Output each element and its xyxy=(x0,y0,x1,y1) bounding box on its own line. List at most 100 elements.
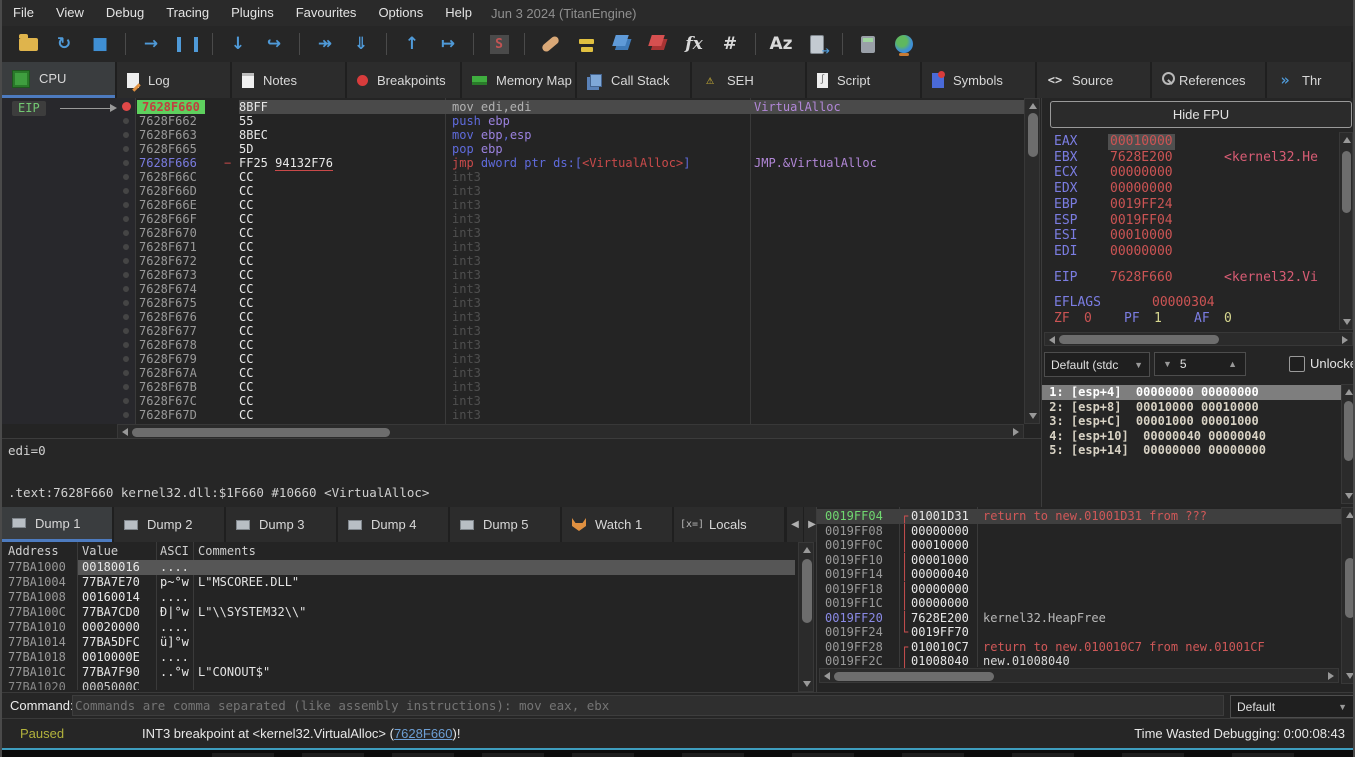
row-dot-icon[interactable] xyxy=(123,356,129,362)
disasm-row[interactable]: 7628F67BCCint3 xyxy=(2,380,1042,394)
execute-till-return-icon[interactable]: ↑ xyxy=(399,32,425,56)
tab-dump-5[interactable]: Dump 5 xyxy=(450,507,560,542)
stack-row[interactable]: 0019FF18│00000000 xyxy=(817,582,1355,597)
label-icon[interactable] xyxy=(609,32,635,56)
register-row[interactable]: EDX00000000 xyxy=(1042,181,1355,197)
menu-debug[interactable]: Debug xyxy=(95,0,155,26)
register-row[interactable]: EBP0019FF24 xyxy=(1042,197,1355,213)
restart-icon[interactable]: ↻ xyxy=(51,32,77,56)
dump-vscroll-thumb[interactable] xyxy=(802,559,812,623)
row-dot-icon[interactable] xyxy=(123,300,129,306)
menu-help[interactable]: Help xyxy=(434,0,483,26)
regs-hscroll-thumb[interactable] xyxy=(1059,335,1219,344)
disasm-row[interactable]: 7628F6655Dpop ebp xyxy=(2,142,1042,156)
disasm-row[interactable]: 7628F671CCint3 xyxy=(2,240,1042,254)
disasm-row[interactable]: 7628F673CCint3 xyxy=(2,268,1042,282)
regs-vscroll-thumb[interactable] xyxy=(1342,151,1351,213)
menu-view[interactable]: View xyxy=(45,0,95,26)
breakpoint-address-link[interactable]: 7628F660 xyxy=(394,726,453,741)
tab-breakpoints[interactable]: Breakpoints xyxy=(347,62,460,98)
row-dot-icon[interactable] xyxy=(123,132,129,138)
tab-memory-map[interactable]: Memory Map xyxy=(462,62,575,98)
tab-dump-4[interactable]: Dump 4 xyxy=(338,507,448,542)
hash-icon[interactable]: # xyxy=(717,32,743,56)
tab-watch-1[interactable]: Watch 1 xyxy=(562,507,672,542)
argument-row[interactable]: 2: [esp+8] 00010000 00010000 xyxy=(1042,400,1355,415)
dump-pane[interactable]: Dump 1Dump 2Dump 3Dump 4Dump 5Watch 1[x=… xyxy=(2,507,817,692)
regs-vscrollbar[interactable] xyxy=(1339,132,1353,330)
dump-row[interactable]: 77BA10200005000C xyxy=(2,680,795,692)
stack-vscroll-thumb[interactable] xyxy=(1345,558,1355,618)
register-row[interactable]: EDI00000000 xyxy=(1042,244,1355,260)
row-dot-icon[interactable] xyxy=(123,188,129,194)
row-dot-icon[interactable] xyxy=(123,244,129,250)
tab-script[interactable]: ∫Script xyxy=(807,62,920,98)
expression-fx-icon[interactable]: fx xyxy=(681,32,707,56)
row-dot-icon[interactable] xyxy=(123,202,129,208)
stack-pane[interactable]: 0019FF04┌01001D31return to new.01001D31 … xyxy=(817,507,1355,692)
disasm-row[interactable]: 7628F6608BFFmov edi,ediVirtualAlloc xyxy=(2,100,1042,114)
row-dot-icon[interactable] xyxy=(123,216,129,222)
row-dot-icon[interactable] xyxy=(123,174,129,180)
row-dot-icon[interactable] xyxy=(123,412,129,418)
disasm-row[interactable]: 7628F670CCint3 xyxy=(2,226,1042,240)
unlocked-checkbox[interactable] xyxy=(1289,356,1305,372)
tab-notes[interactable]: Notes xyxy=(232,62,345,98)
register-row[interactable]: EFLAGS00000304 xyxy=(1042,295,1355,311)
run-icon[interactable]: → xyxy=(138,32,164,56)
disasm-row[interactable]: 7628F66FCCint3 xyxy=(2,212,1042,226)
calculator-icon[interactable] xyxy=(855,32,881,56)
disassembly-pane[interactable]: EIP 7628F6608BFFmov edi,ediVirtualAlloc7… xyxy=(2,98,1042,507)
stack-row[interactable]: 0019FF1C│00000000 xyxy=(817,596,1355,611)
regs-hscrollbar[interactable] xyxy=(1044,332,1353,346)
registers-pane[interactable]: Hide FPU EAX00010000EBX7628E200<kernel32… xyxy=(1042,98,1355,507)
dump-row[interactable]: 77BA100000180016.... xyxy=(2,560,795,575)
disasm-row[interactable]: 7628F66CCCint3 xyxy=(2,170,1042,184)
disasm-hscroll-thumb[interactable] xyxy=(132,428,390,437)
spinner-down-icon[interactable]: ▼ xyxy=(1163,359,1172,369)
step-into-icon[interactable]: ↓ xyxy=(225,32,251,56)
row-dot-icon[interactable] xyxy=(123,328,129,334)
register-row[interactable]: EIP7628F660<kernel32.Vi xyxy=(1042,270,1355,286)
open-file-icon[interactable] xyxy=(15,32,41,56)
row-dot-icon[interactable] xyxy=(123,230,129,236)
argument-count-spinner[interactable]: ▼ 5 ▲ xyxy=(1154,352,1246,376)
strings-az-icon[interactable]: Az xyxy=(768,32,794,56)
tab-references[interactable]: References xyxy=(1152,62,1265,98)
disasm-row[interactable]: 7628F677CCint3 xyxy=(2,324,1042,338)
row-dot-icon[interactable] xyxy=(123,146,129,152)
tab-thr[interactable]: »Thr xyxy=(1267,62,1351,98)
register-row[interactable]: ECX00000000 xyxy=(1042,165,1355,181)
stack-row[interactable]: 0019FF2C│01008040new.01008040 xyxy=(817,654,1355,669)
row-dot-icon[interactable] xyxy=(123,314,129,320)
dump-row[interactable]: 77BA100477BA7E70p~°wL"MSCOREE.DLL" xyxy=(2,575,795,590)
disasm-hscrollbar[interactable] xyxy=(117,424,1024,439)
disasm-row[interactable]: 7628F679CCint3 xyxy=(2,352,1042,366)
command-profile-combo[interactable]: Default ▼ xyxy=(1230,695,1354,718)
dump-row[interactable]: 77BA101477BA5DFCü]°w xyxy=(2,635,795,650)
disasm-row[interactable]: 7628F67CCCint3 xyxy=(2,394,1042,408)
row-dot-icon[interactable] xyxy=(123,258,129,264)
stack-row[interactable]: 0019FF08│00000000 xyxy=(817,524,1355,539)
disasm-vscroll-thumb[interactable] xyxy=(1028,113,1038,157)
step-into-source-icon[interactable]: ⇓ xyxy=(348,32,374,56)
step-over-icon[interactable]: ↪ xyxy=(261,32,287,56)
tab-dump-2[interactable]: Dump 2 xyxy=(114,507,224,542)
menu-plugins[interactable]: Plugins xyxy=(220,0,285,26)
disasm-row[interactable]: 7628F66DCCint3 xyxy=(2,184,1042,198)
tab-call-stack[interactable]: Call Stack xyxy=(577,62,690,98)
tab-symbols[interactable]: Symbols xyxy=(922,62,1035,98)
stack-vscrollbar[interactable] xyxy=(1341,507,1355,684)
menu-tracing[interactable]: Tracing xyxy=(155,0,220,26)
args-vscrollbar[interactable] xyxy=(1341,384,1355,504)
argument-row[interactable]: 1: [esp+4] 00000000 00000000 xyxy=(1042,385,1355,400)
dump-tabs-scroll-right-icon[interactable]: ▶ xyxy=(804,507,817,542)
stack-hscroll-thumb[interactable] xyxy=(834,672,994,681)
stack-row[interactable]: 0019FF0C│00010000 xyxy=(817,538,1355,553)
tab-seh[interactable]: ⚠SEH xyxy=(692,62,805,98)
command-input[interactable] xyxy=(72,695,1224,716)
register-row[interactable]: ESP0019FF04 xyxy=(1042,213,1355,229)
dump-row[interactable]: 77BA10180010000E.... xyxy=(2,650,795,665)
row-dot-icon[interactable] xyxy=(123,342,129,348)
patch-icon[interactable] xyxy=(537,32,563,56)
